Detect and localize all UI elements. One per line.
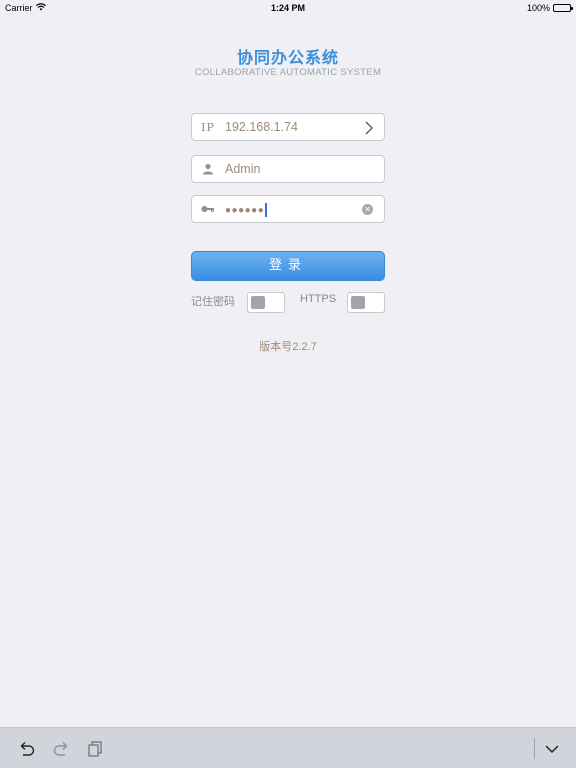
redo-icon[interactable] [51,740,71,758]
toggle-knob [351,296,365,309]
undo-icon[interactable] [17,740,37,758]
dismiss-keyboard-icon[interactable] [542,740,562,758]
remember-password-label: 记住密码 [191,296,235,308]
clear-icon[interactable]: ✕ [362,204,373,215]
status-right: 100% [526,3,573,13]
battery-percent: 100% [526,3,550,13]
ip-input[interactable] [225,120,355,134]
paste-icon[interactable] [86,740,106,758]
status-time: 1:24 PM [270,3,305,13]
username-input[interactable] [225,162,355,176]
password-field[interactable]: ●●●●●● ✕ [191,195,385,223]
status-bar: Carrier 1:24 PM 100% [0,0,576,16]
ip-label: IP [201,120,215,134]
user-icon [201,162,215,176]
text-cursor [265,203,267,217]
remember-password-toggle[interactable] [247,292,285,313]
login-button[interactable]: 登录 [191,251,385,281]
password-input[interactable]: ●●●●●● [225,203,267,217]
battery-icon [553,4,573,12]
password-masked: ●●●●●● [225,204,265,216]
toolbar-divider [534,738,535,759]
key-icon [201,202,215,216]
app-title: 协同办公系统 [236,50,339,67]
https-toggle[interactable] [347,292,385,313]
app-subtitle: COLLABORATIVE AUTOMATIC SYSTEM [194,67,382,78]
version-label: 版本号2.2.7 [259,341,317,353]
username-field[interactable] [191,155,385,183]
chevron-right-icon[interactable] [362,120,376,136]
ip-field[interactable]: IP [191,113,385,141]
toggle-knob [251,296,265,309]
ip-icon: IP [201,120,215,134]
https-label: HTTPS [300,293,337,305]
keyboard-toolbar [0,727,576,768]
